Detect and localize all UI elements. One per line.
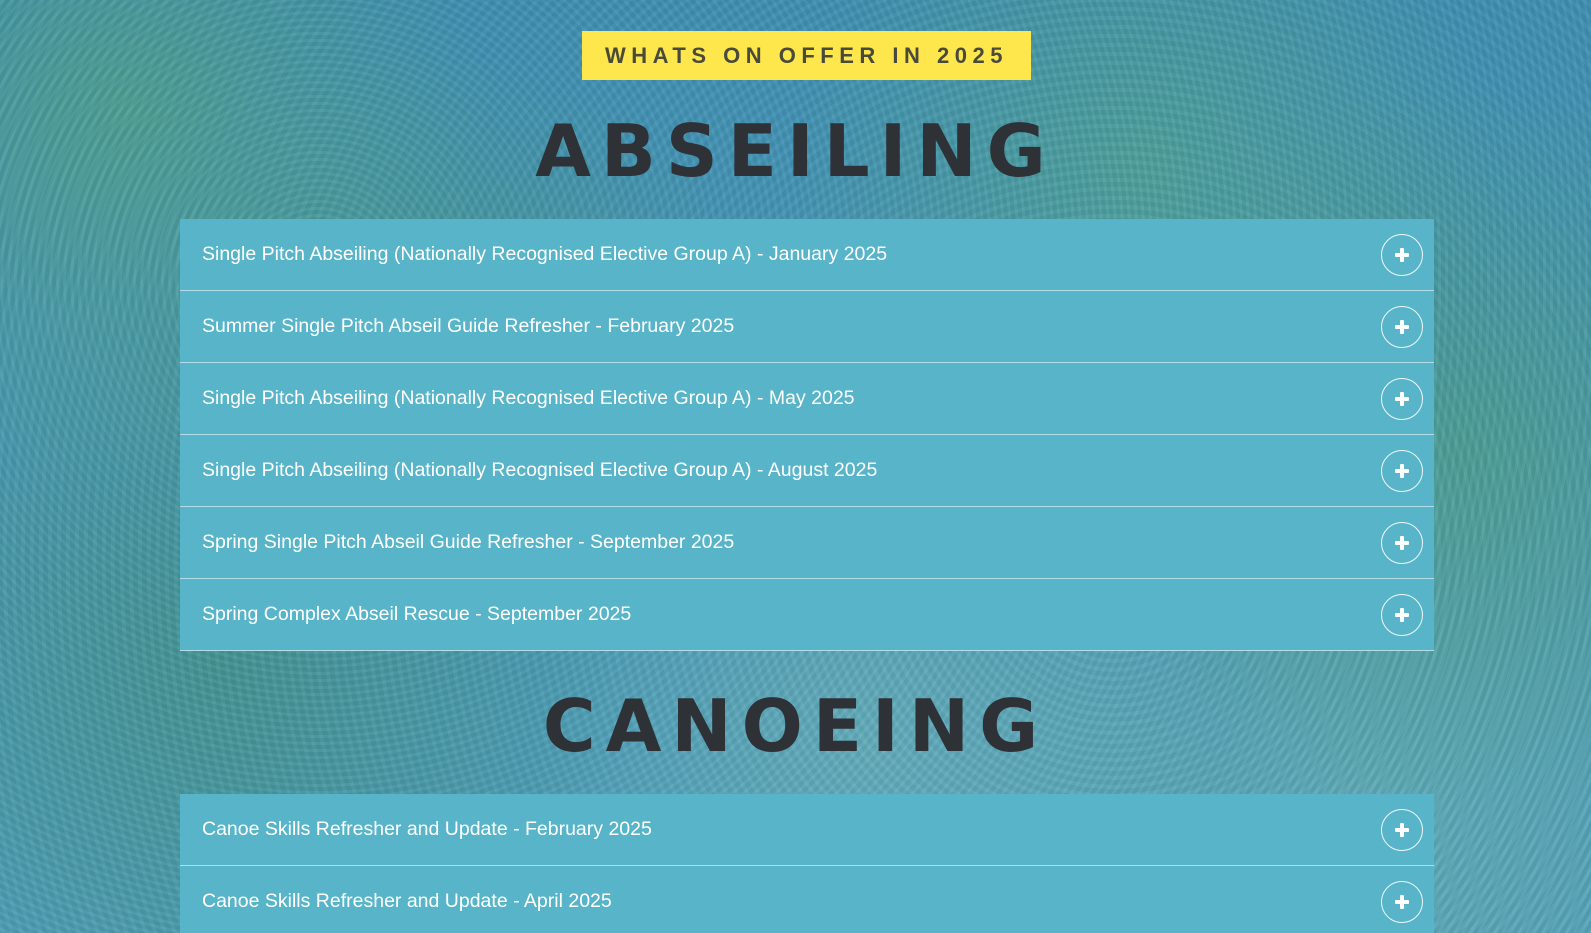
offer-tagline-banner: WHATS ON OFFER IN 2025 [582, 31, 1031, 80]
accordion-item-abseiling-february[interactable]: Summer Single Pitch Abseil Guide Refresh… [180, 291, 1434, 363]
accordion-item-label: Spring Single Pitch Abseil Guide Refresh… [202, 531, 735, 553]
accordion-item-label: Canoe Skills Refresher and Update - Febr… [202, 818, 652, 840]
section-title-abseiling: ABSEILING [535, 109, 1056, 193]
accordion-item-label: Spring Complex Abseil Rescue - September… [202, 603, 632, 625]
accordion-item-label: Single Pitch Abseiling (Nationally Recog… [202, 459, 878, 481]
accordion-item-label: Single Pitch Abseiling (Nationally Recog… [202, 387, 855, 409]
plus-icon[interactable] [1381, 808, 1423, 851]
accordion-item-abseiling-august[interactable]: Single Pitch Abseiling (Nationally Recog… [180, 435, 1434, 507]
plus-icon[interactable] [1381, 521, 1423, 564]
section-title-canoeing: CANOEING [542, 684, 1049, 768]
accordion-item-label: Single Pitch Abseiling (Nationally Recog… [202, 243, 888, 265]
accordion-item-abseiling-september-refresher[interactable]: Spring Single Pitch Abseil Guide Refresh… [180, 507, 1434, 579]
accordion-item-label: Canoe Skills Refresher and Update - Apri… [202, 890, 612, 912]
canoeing-accordion: Canoe Skills Refresher and Update - Febr… [180, 794, 1434, 933]
accordion-item-label: Summer Single Pitch Abseil Guide Refresh… [202, 315, 735, 337]
plus-icon[interactable] [1381, 233, 1423, 276]
accordion-item-abseiling-september-rescue[interactable]: Spring Complex Abseil Rescue - September… [180, 579, 1434, 651]
plus-icon[interactable] [1381, 377, 1423, 420]
plus-icon[interactable] [1381, 880, 1423, 923]
accordion-item-canoeing-february[interactable]: Canoe Skills Refresher and Update - Febr… [180, 794, 1434, 866]
plus-icon[interactable] [1381, 593, 1423, 636]
abseiling-accordion: Single Pitch Abseiling (Nationally Recog… [180, 219, 1434, 651]
offer-tagline-text: WHATS ON OFFER IN 2025 [605, 42, 1008, 68]
accordion-item-abseiling-may[interactable]: Single Pitch Abseiling (Nationally Recog… [180, 363, 1434, 435]
accordion-item-canoeing-april[interactable]: Canoe Skills Refresher and Update - Apri… [180, 866, 1434, 933]
plus-icon[interactable] [1381, 305, 1423, 348]
plus-icon[interactable] [1381, 449, 1423, 492]
courses-page: WHATS ON OFFER IN 2025 ABSEILING Single … [0, 0, 1591, 933]
accordion-item-abseiling-january[interactable]: Single Pitch Abseiling (Nationally Recog… [180, 219, 1434, 291]
